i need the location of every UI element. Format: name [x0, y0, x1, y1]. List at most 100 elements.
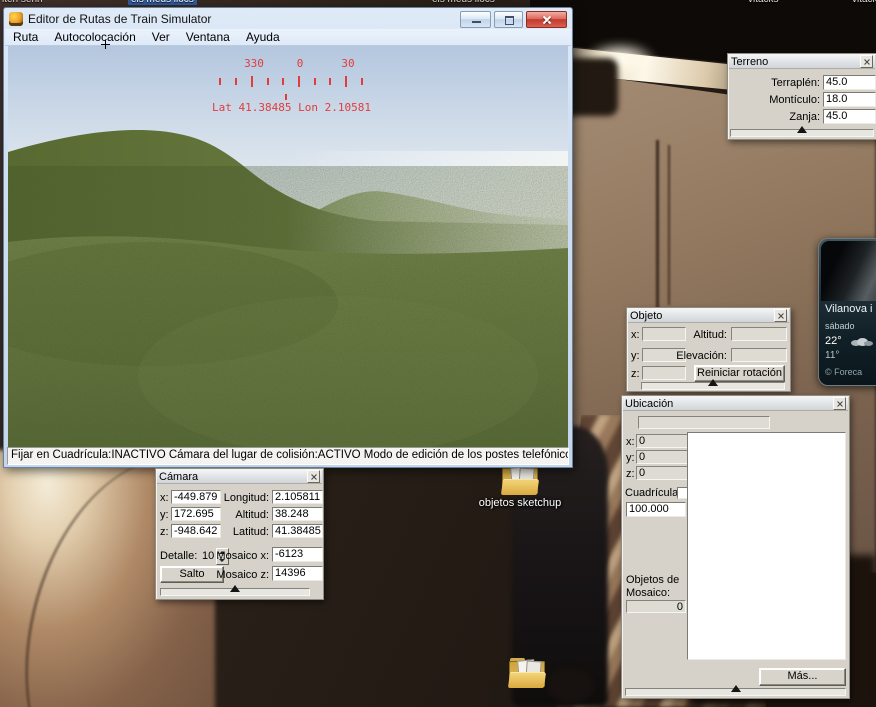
camara-title: Cámara — [159, 471, 198, 483]
latlon-readout: Lat 41.38485 Lon 2.10581 — [212, 101, 371, 114]
maximize-button[interactable] — [494, 11, 523, 28]
objeto-z-field[interactable] — [642, 366, 686, 380]
terrain-viewport[interactable]: 330 0 30 Lat 41.38485 Lon 2.10581 — [8, 46, 568, 450]
mosaico-z-input[interactable]: 14396 — [272, 566, 323, 581]
mosaico-x-label: Mosaico x: — [204, 550, 269, 562]
camara-x-label: x: — [160, 492, 169, 504]
terraplen-input[interactable]: 45.0 — [823, 75, 876, 90]
tile-objects-label: Objetos de — [626, 574, 679, 586]
camara-palette: Cámara x: -449.879 Longitud: 2.105811 y:… — [155, 468, 324, 600]
minimize-icon — [472, 21, 481, 23]
ubicacion-readout-field — [638, 416, 770, 429]
monticulo-input[interactable]: 18.0 — [823, 92, 876, 107]
menu-ventana[interactable]: Ventana — [178, 29, 238, 45]
longitud-input[interactable]: 2.105811 — [272, 490, 323, 504]
detalle-label: Detalle: — [160, 550, 197, 562]
terreno-title-bar[interactable]: Terreno — [729, 55, 875, 69]
desktop-label[interactable]: vitacksi — [852, 0, 876, 5]
objeto-altitud-field[interactable] — [731, 327, 787, 341]
objeto-altitud-label: Altitud: — [667, 329, 727, 341]
monticulo-label: Montículo: — [736, 94, 820, 106]
menu-bar: Ruta Autocolocación Ver Ventana Ayuda — [5, 29, 571, 46]
compass-heading-strip: 330 0 30 Lat 41.38485 Lon 2.10581 — [8, 46, 568, 116]
close-icon[interactable] — [307, 470, 320, 483]
desktop: iten senn els meus llocs els meus llocs … — [0, 0, 876, 707]
more-button[interactable]: Más... — [759, 668, 846, 686]
terreno-palette: Terreno Terraplén: 45.0 Montículo: 18.0 … — [727, 53, 876, 140]
menu-autocolocacion[interactable]: Autocolocación — [46, 29, 143, 45]
object-listbox[interactable] — [687, 432, 846, 660]
train-door-seam — [656, 140, 659, 310]
top-desktop-labels: iten senn els meus llocs els meus llocs … — [0, 0, 876, 7]
ubicacion-collapse-bar[interactable] — [625, 688, 846, 696]
compass-center-marker — [285, 94, 287, 100]
weather-temp-low: 11° — [825, 350, 839, 361]
objeto-title: Objeto — [630, 310, 662, 322]
objeto-elevacion-field[interactable] — [731, 348, 787, 362]
longitud-label: Longitud: — [209, 492, 269, 504]
desktop-icon-objetos-sketchup[interactable]: objetos sketchup — [472, 465, 568, 509]
altitud-input[interactable]: 38.248 — [272, 507, 323, 521]
compass-label-30: 30 — [341, 57, 354, 70]
objeto-y-label: y: — [631, 350, 640, 362]
menu-ruta[interactable]: Ruta — [5, 29, 46, 45]
menu-ver[interactable]: Ver — [144, 29, 178, 45]
weather-gadget[interactable]: Vilanova i sábado 22° 11° © Foreca — [818, 238, 876, 386]
ubicacion-title: Ubicación — [625, 398, 673, 410]
latitud-label: Latitud: — [209, 526, 269, 538]
maximize-icon — [505, 16, 514, 25]
ubicacion-y-field[interactable]: 0 — [636, 450, 688, 464]
folder-icon — [509, 658, 545, 688]
close-icon[interactable] — [774, 309, 787, 322]
train-door-seam — [668, 145, 670, 305]
status-bar: Fijar en Cuadrícula:INACTIVO Cámara del … — [7, 447, 569, 465]
close-icon[interactable] — [860, 55, 873, 68]
desktop-label[interactable]: vitacks — [748, 0, 779, 5]
altitud-label: Altitud: — [209, 509, 269, 521]
camara-y-label: y: — [160, 509, 169, 521]
latitud-input[interactable]: 41.38485 — [272, 524, 323, 538]
zanja-input[interactable]: 45.0 — [823, 109, 876, 124]
minimize-button[interactable] — [460, 11, 491, 28]
ubicacion-x-field[interactable]: 0 — [636, 434, 688, 448]
objeto-palette: Objeto x: Altitud: y: Elevación: z: Rein… — [626, 307, 791, 392]
collapse-arrow-icon — [797, 126, 807, 133]
weather-location: Vilanova i — [825, 303, 873, 315]
grid-size-input[interactable]: 100.000 — [626, 502, 686, 517]
mosaico-z-label: Mosaico z: — [204, 569, 269, 581]
objeto-x-label: x: — [631, 329, 640, 341]
app-icon — [9, 12, 23, 26]
weather-gadget-photo — [821, 241, 876, 301]
collapse-arrow-icon — [731, 685, 741, 692]
window-title: Editor de Rutas de Train Simulator — [28, 12, 211, 26]
weather-day: sábado — [825, 321, 855, 331]
collapse-arrow-icon — [708, 379, 718, 386]
route-editor-window: Editor de Rutas de Train Simulator Ruta … — [3, 7, 573, 468]
objeto-elevacion-label: Elevación: — [657, 350, 727, 362]
ubicacion-y-label: y: — [626, 452, 635, 464]
ubicacion-title-bar[interactable]: Ubicación — [623, 397, 848, 411]
desktop-label-selected[interactable]: els meus llocs — [128, 0, 197, 5]
weather-temp-high: 22° — [825, 335, 842, 347]
camara-z-label: z: — [160, 526, 169, 538]
camara-title-bar[interactable]: Cámara — [157, 470, 322, 484]
objeto-title-bar[interactable]: Objeto — [628, 309, 789, 323]
desktop-label[interactable]: iten senn — [2, 0, 43, 5]
close-button[interactable] — [526, 11, 567, 28]
menu-ayuda[interactable]: Ayuda — [238, 29, 288, 45]
compass-label-0: 0 — [297, 57, 304, 70]
camara-collapse-bar[interactable] — [160, 588, 310, 596]
close-icon[interactable] — [833, 397, 846, 410]
objeto-collapse-bar[interactable] — [641, 382, 785, 390]
grid-label: Cuadrícula: — [625, 487, 681, 499]
folder-icon — [502, 465, 538, 495]
mosaico-x-input[interactable]: -6123 — [272, 547, 323, 562]
terraplen-label: Terraplén: — [736, 77, 820, 89]
cloud-icon — [851, 338, 873, 346]
ubicacion-z-label: z: — [626, 468, 635, 480]
terreno-collapse-bar[interactable] — [730, 129, 874, 137]
compass-label-330: 330 — [244, 57, 264, 70]
desktop-icon-folder[interactable] — [479, 658, 575, 690]
ubicacion-z-field[interactable]: 0 — [636, 466, 688, 480]
desktop-label[interactable]: els meus llocs — [432, 0, 495, 5]
